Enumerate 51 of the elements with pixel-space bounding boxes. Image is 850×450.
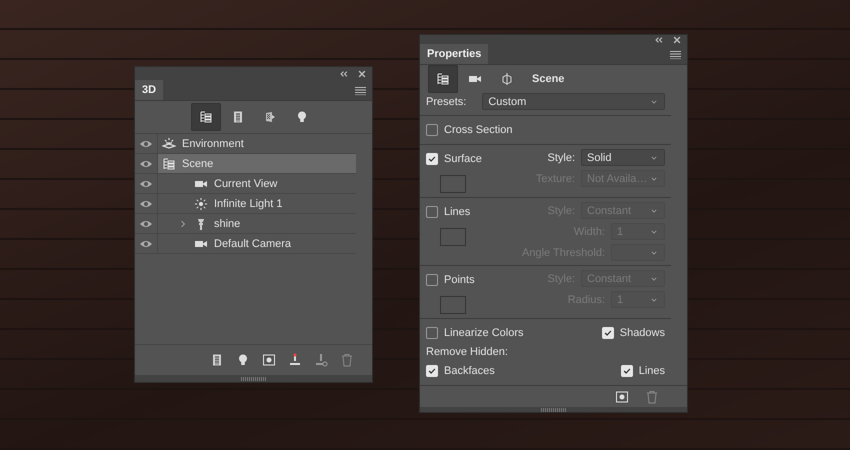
field-label: Presets: <box>426 96 466 108</box>
checkbox-label: Lines <box>638 365 665 378</box>
checkbox[interactable] <box>426 327 438 340</box>
checkbox-label: Lines <box>444 206 470 218</box>
layer-row[interactable]: Default Camera <box>158 234 356 253</box>
box-icon[interactable] <box>262 353 276 367</box>
layer-row[interactable]: shine <box>158 214 356 233</box>
layers-tree-icon <box>162 156 176 170</box>
axis-cube-icon[interactable] <box>500 72 514 86</box>
checkbox[interactable] <box>426 124 438 136</box>
sun-icon <box>194 196 208 210</box>
double-chevron-icon[interactable] <box>655 36 663 44</box>
layer-row[interactable]: Current View <box>158 174 356 193</box>
color-swatch[interactable] <box>440 175 466 194</box>
dropdown-field[interactable]: Solid <box>581 149 665 166</box>
checkbox-label: Cross Section <box>444 124 512 136</box>
layers-tree-icon[interactable] <box>436 72 450 86</box>
checkbox-label: Backfaces <box>444 365 495 378</box>
checkmark-icon <box>428 155 436 164</box>
checkbox-label: Surface <box>444 153 482 166</box>
checkmark-icon <box>622 367 631 376</box>
checkbox[interactable] <box>426 206 438 218</box>
checkbox[interactable] <box>426 274 438 286</box>
close-icon[interactable] <box>673 36 681 44</box>
panel-tab[interactable]: 3D <box>135 80 164 100</box>
grid-icon[interactable] <box>210 353 224 367</box>
layer-row[interactable]: Environment <box>158 134 356 153</box>
close-icon[interactable] <box>358 70 366 78</box>
presets-dropdown[interactable]: Custom <box>482 93 665 110</box>
box-icon[interactable] <box>615 390 629 404</box>
color-swatch[interactable] <box>440 228 466 246</box>
layer-row[interactable]: Scene <box>158 154 356 173</box>
ground-pin-icon[interactable] <box>288 353 302 367</box>
checkbox-label: Points <box>444 274 475 286</box>
panel-tab[interactable]: Properties <box>420 44 488 64</box>
field-label: Style: <box>547 152 575 164</box>
filter-button[interactable] <box>190 103 220 131</box>
section-label: Remove Hidden: <box>426 346 509 358</box>
layers-tree-icon[interactable] <box>198 110 212 124</box>
color-swatch[interactable] <box>440 296 466 314</box>
checkbox-label: Linearize Colors <box>444 327 524 340</box>
double-chevron-icon[interactable] <box>340 70 348 78</box>
environment-icon <box>162 136 176 150</box>
lightbulb-icon[interactable] <box>236 353 250 367</box>
layer-row[interactable]: Infinite Light 1 <box>158 194 356 213</box>
checkmark-icon <box>604 329 612 338</box>
checkbox-label: Shadows <box>620 327 665 340</box>
mode-button[interactable] <box>428 65 458 94</box>
section-title: Scene <box>532 73 564 86</box>
checkmark-icon <box>428 367 436 376</box>
ground-pin-remove-icon[interactable] <box>314 353 328 367</box>
